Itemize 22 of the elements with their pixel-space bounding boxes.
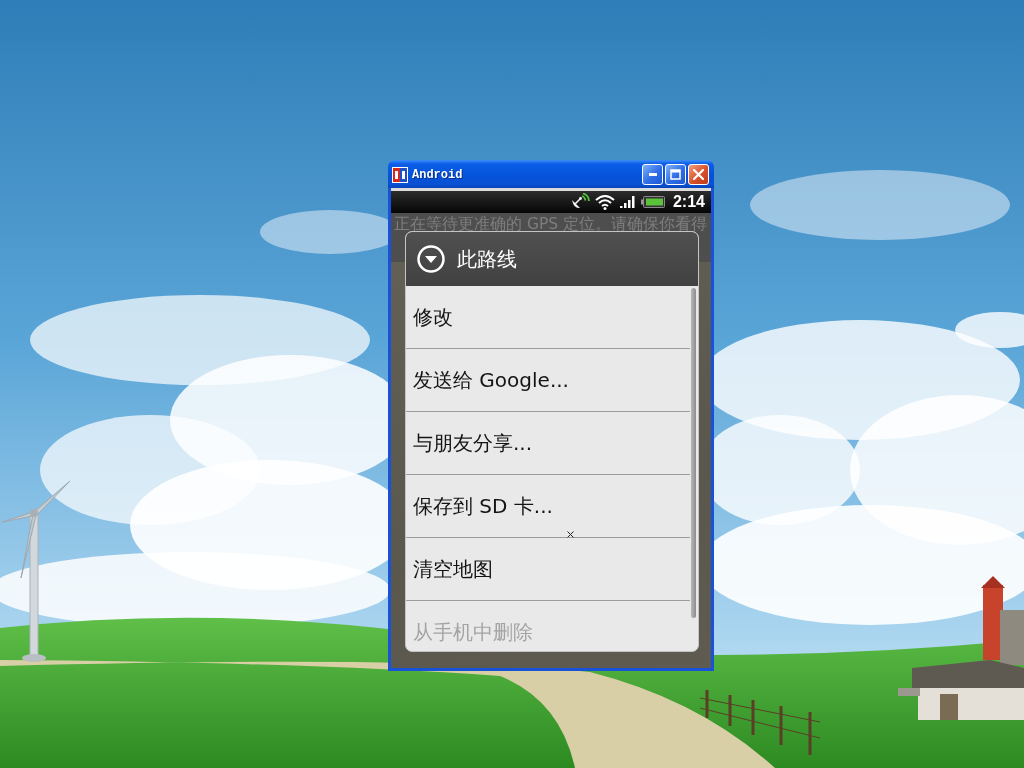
menu-item[interactable]: 保存到 SD 卡... xyxy=(406,475,690,538)
menu-item[interactable]: 与朋友分享... xyxy=(406,412,690,475)
cross-cursor-icon xyxy=(567,531,574,538)
satellite-dish-icon xyxy=(569,193,590,211)
menu-item[interactable]: 清空地图 xyxy=(406,538,690,601)
window-title: Android xyxy=(412,167,464,182)
scrollbar[interactable] xyxy=(691,288,696,618)
app-icon xyxy=(392,166,408,183)
menu-item[interactable]: 修改 xyxy=(406,286,690,349)
signal-icon xyxy=(619,196,636,208)
minimize-button[interactable] xyxy=(642,164,663,185)
dialog-title: 此路线 xyxy=(457,245,517,273)
status-time: 2:14 xyxy=(672,193,705,211)
close-button[interactable] xyxy=(688,164,709,185)
minimize-icon xyxy=(648,173,657,176)
maximize-icon xyxy=(670,169,681,180)
battery-icon xyxy=(640,196,665,208)
close-icon xyxy=(693,169,704,180)
wifi-icon xyxy=(594,194,615,210)
menu-item[interactable]: 发送给 Google... xyxy=(406,349,690,412)
down-arrow-circle-icon xyxy=(417,245,445,273)
maximize-button[interactable] xyxy=(665,164,686,185)
